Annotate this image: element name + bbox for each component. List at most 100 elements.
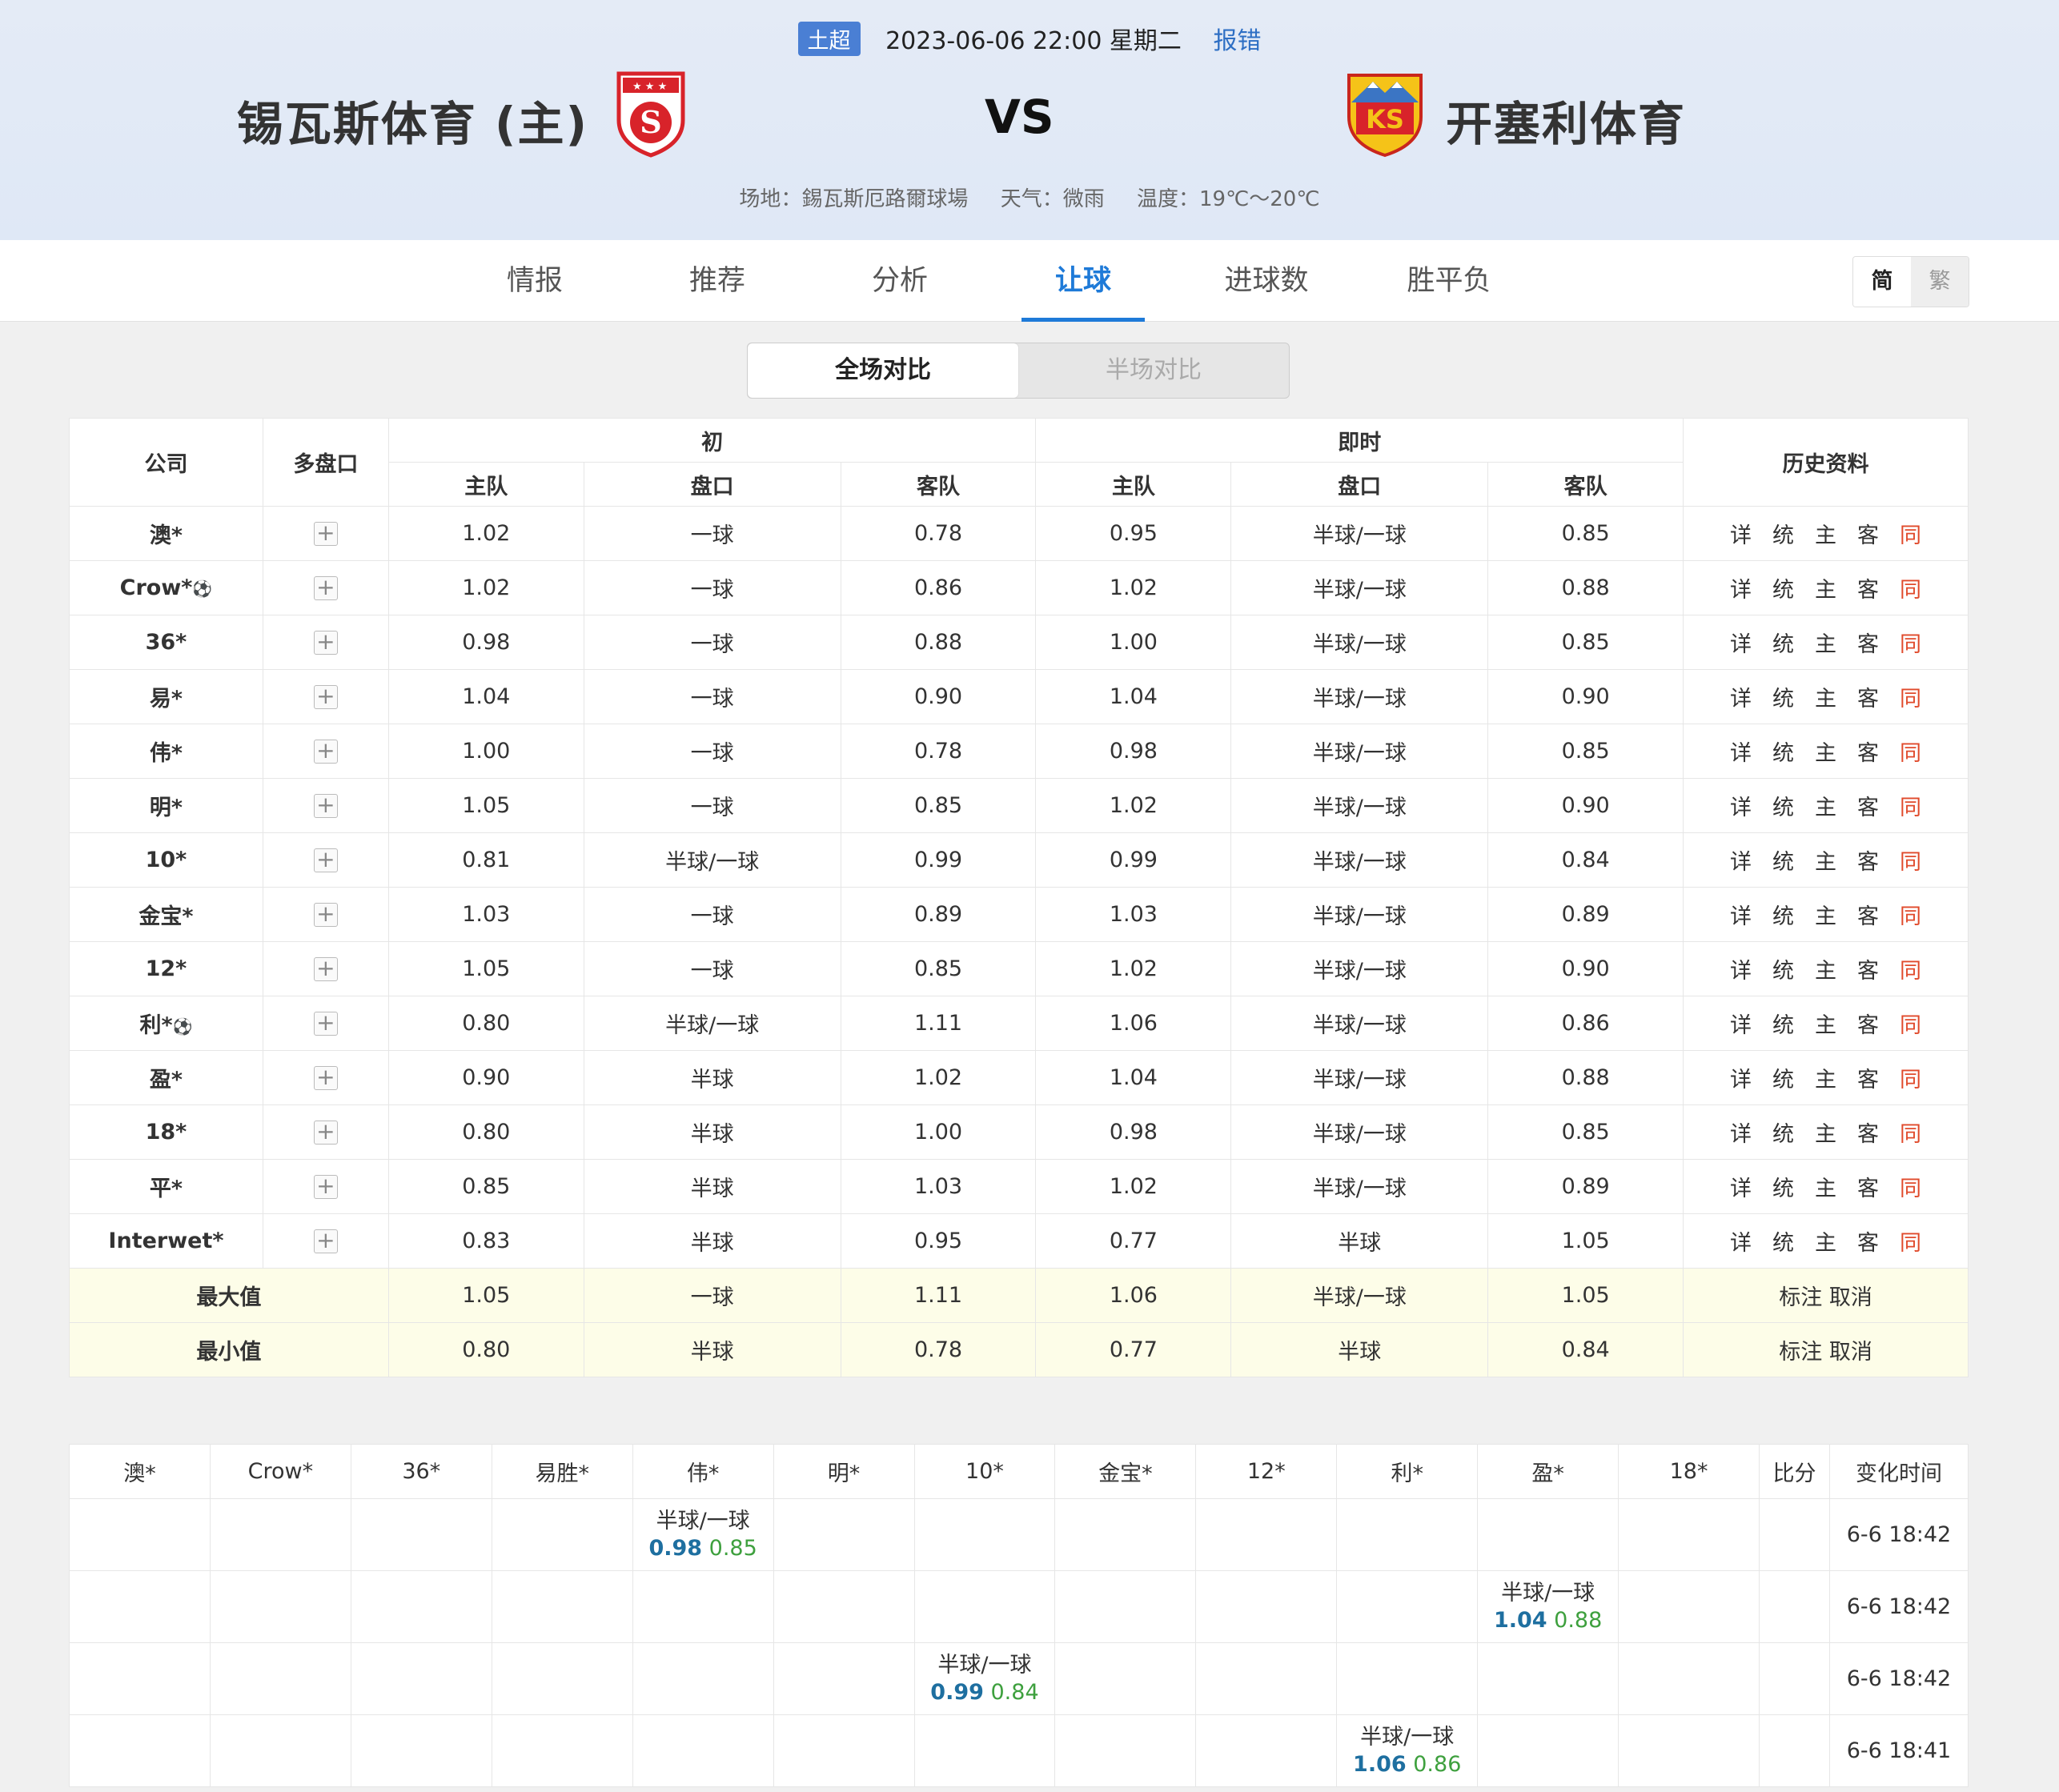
history-link-away[interactable]: 客 — [1857, 899, 1879, 930]
history-link-stats[interactable]: 统 — [1772, 518, 1794, 549]
home-team-name[interactable]: 锡瓦斯体育 (主) — [237, 86, 588, 154]
history-link-same[interactable]: 同 — [1900, 844, 1921, 876]
multi-line-toggle[interactable]: + — [262, 832, 389, 888]
history-link-detail[interactable]: 详 — [1730, 1062, 1752, 1093]
company-label[interactable]: 36* — [146, 630, 187, 655]
history-link-same[interactable]: 同 — [1900, 1171, 1921, 1202]
expand-plus-icon[interactable]: + — [313, 576, 338, 600]
history-link-stats[interactable]: 统 — [1772, 1116, 1794, 1148]
company-name[interactable]: Interwet* — [69, 1213, 263, 1269]
multi-line-toggle[interactable]: + — [262, 1213, 389, 1269]
multi-line-toggle[interactable]: + — [262, 778, 389, 833]
lang-simplified-button[interactable]: 简 — [1853, 257, 1911, 307]
history-link-home[interactable]: 主 — [1815, 1008, 1836, 1039]
company-label[interactable]: 盈* — [150, 1068, 183, 1092]
company-name[interactable]: 平* — [69, 1159, 263, 1214]
mark-cancel-links[interactable]: 标注 取消 — [1683, 1322, 1969, 1377]
tab-analysis[interactable]: 分析 — [836, 240, 964, 322]
expand-plus-icon[interactable]: + — [313, 631, 338, 655]
company-label[interactable]: 明* — [150, 796, 183, 820]
history-link-home[interactable]: 主 — [1815, 899, 1836, 930]
history-link-home[interactable]: 主 — [1815, 572, 1836, 603]
tab-handicap[interactable]: 让球 — [1021, 240, 1145, 322]
expand-plus-icon[interactable]: + — [313, 848, 338, 872]
expand-plus-icon[interactable]: + — [313, 1012, 338, 1036]
history-link-same[interactable]: 同 — [1900, 627, 1921, 658]
half-match-button[interactable]: 半场对比 — [1018, 343, 1289, 398]
history-link-detail[interactable]: 详 — [1730, 899, 1752, 930]
mark-cancel-links[interactable]: 标注 取消 — [1683, 1268, 1969, 1323]
multi-line-toggle[interactable]: + — [262, 669, 389, 724]
expand-plus-icon[interactable]: + — [313, 740, 338, 764]
history-link-away[interactable]: 客 — [1857, 1008, 1879, 1039]
history-link-home[interactable]: 主 — [1815, 1116, 1836, 1148]
history-link-stats[interactable]: 统 — [1772, 899, 1794, 930]
company-name[interactable]: 金宝* — [69, 887, 263, 942]
company-name[interactable]: 明* — [69, 778, 263, 833]
history-link-away[interactable]: 客 — [1857, 572, 1879, 603]
history-link-away[interactable]: 客 — [1857, 953, 1879, 984]
company-label[interactable]: Interwet* — [108, 1229, 223, 1253]
history-link-stats[interactable]: 统 — [1772, 1008, 1794, 1039]
expand-plus-icon[interactable]: + — [313, 1121, 338, 1145]
company-label[interactable]: 金宝* — [138, 904, 193, 929]
multi-line-toggle[interactable]: + — [262, 1104, 389, 1160]
expand-plus-icon[interactable]: + — [313, 957, 338, 981]
history-link-stats[interactable]: 统 — [1772, 1062, 1794, 1093]
history-link-away[interactable]: 客 — [1857, 1116, 1879, 1148]
history-link-detail[interactable]: 详 — [1730, 518, 1752, 549]
history-link-detail[interactable]: 详 — [1730, 572, 1752, 603]
history-link-away[interactable]: 客 — [1857, 1062, 1879, 1093]
multi-line-toggle[interactable]: + — [262, 615, 389, 670]
history-link-detail[interactable]: 详 — [1730, 790, 1752, 821]
history-link-detail[interactable]: 详 — [1730, 627, 1752, 658]
history-link-same[interactable]: 同 — [1900, 736, 1921, 767]
history-link-stats[interactable]: 统 — [1772, 736, 1794, 767]
company-label[interactable]: 伟* — [150, 741, 183, 766]
history-link-detail[interactable]: 详 — [1730, 1008, 1752, 1039]
away-team-name[interactable]: 开塞利体育 — [1446, 86, 1686, 154]
history-link-home[interactable]: 主 — [1815, 518, 1836, 549]
multi-line-toggle[interactable]: + — [262, 724, 389, 779]
history-link-away[interactable]: 客 — [1857, 1171, 1879, 1202]
history-link-detail[interactable]: 详 — [1730, 736, 1752, 767]
history-link-stats[interactable]: 统 — [1772, 953, 1794, 984]
history-link-stats[interactable]: 统 — [1772, 844, 1794, 876]
multi-line-toggle[interactable]: + — [262, 560, 389, 615]
multi-line-toggle[interactable]: + — [262, 941, 389, 996]
history-link-home[interactable]: 主 — [1815, 736, 1836, 767]
history-link-home[interactable]: 主 — [1815, 1225, 1836, 1257]
history-link-home[interactable]: 主 — [1815, 1171, 1836, 1202]
company-label[interactable]: 平* — [150, 1177, 183, 1201]
history-link-same[interactable]: 同 — [1900, 518, 1921, 549]
company-name[interactable]: 盈* — [69, 1050, 263, 1105]
company-label[interactable]: 易* — [150, 687, 183, 712]
history-link-stats[interactable]: 统 — [1772, 790, 1794, 821]
expand-plus-icon[interactable]: + — [313, 903, 338, 927]
history-link-detail[interactable]: 详 — [1730, 1116, 1752, 1148]
tab-1x2[interactable]: 胜平负 — [1385, 240, 1513, 322]
history-link-stats[interactable]: 统 — [1772, 627, 1794, 658]
history-link-same[interactable]: 同 — [1900, 1225, 1921, 1257]
company-name[interactable]: Crow*⚽ — [69, 560, 263, 615]
history-link-away[interactable]: 客 — [1857, 681, 1879, 712]
expand-plus-icon[interactable]: + — [313, 685, 338, 709]
company-name[interactable]: 澳* — [69, 506, 263, 561]
history-link-same[interactable]: 同 — [1900, 790, 1921, 821]
history-link-detail[interactable]: 详 — [1730, 844, 1752, 876]
history-link-home[interactable]: 主 — [1815, 681, 1836, 712]
company-name[interactable]: 12* — [69, 941, 263, 996]
history-link-away[interactable]: 客 — [1857, 844, 1879, 876]
company-label[interactable]: Crow* — [120, 575, 193, 600]
company-label[interactable]: 18* — [146, 1120, 187, 1145]
company-label[interactable]: 利* — [139, 1013, 172, 1038]
company-label[interactable]: 10* — [146, 848, 187, 872]
history-link-stats[interactable]: 统 — [1772, 1225, 1794, 1257]
company-name[interactable]: 利*⚽ — [69, 996, 263, 1051]
history-link-home[interactable]: 主 — [1815, 1062, 1836, 1093]
history-link-home[interactable]: 主 — [1815, 790, 1836, 821]
company-name[interactable]: 伟* — [69, 724, 263, 779]
company-name[interactable]: 18* — [69, 1104, 263, 1160]
history-link-detail[interactable]: 详 — [1730, 953, 1752, 984]
lang-traditional-button[interactable]: 繁 — [1911, 257, 1969, 307]
